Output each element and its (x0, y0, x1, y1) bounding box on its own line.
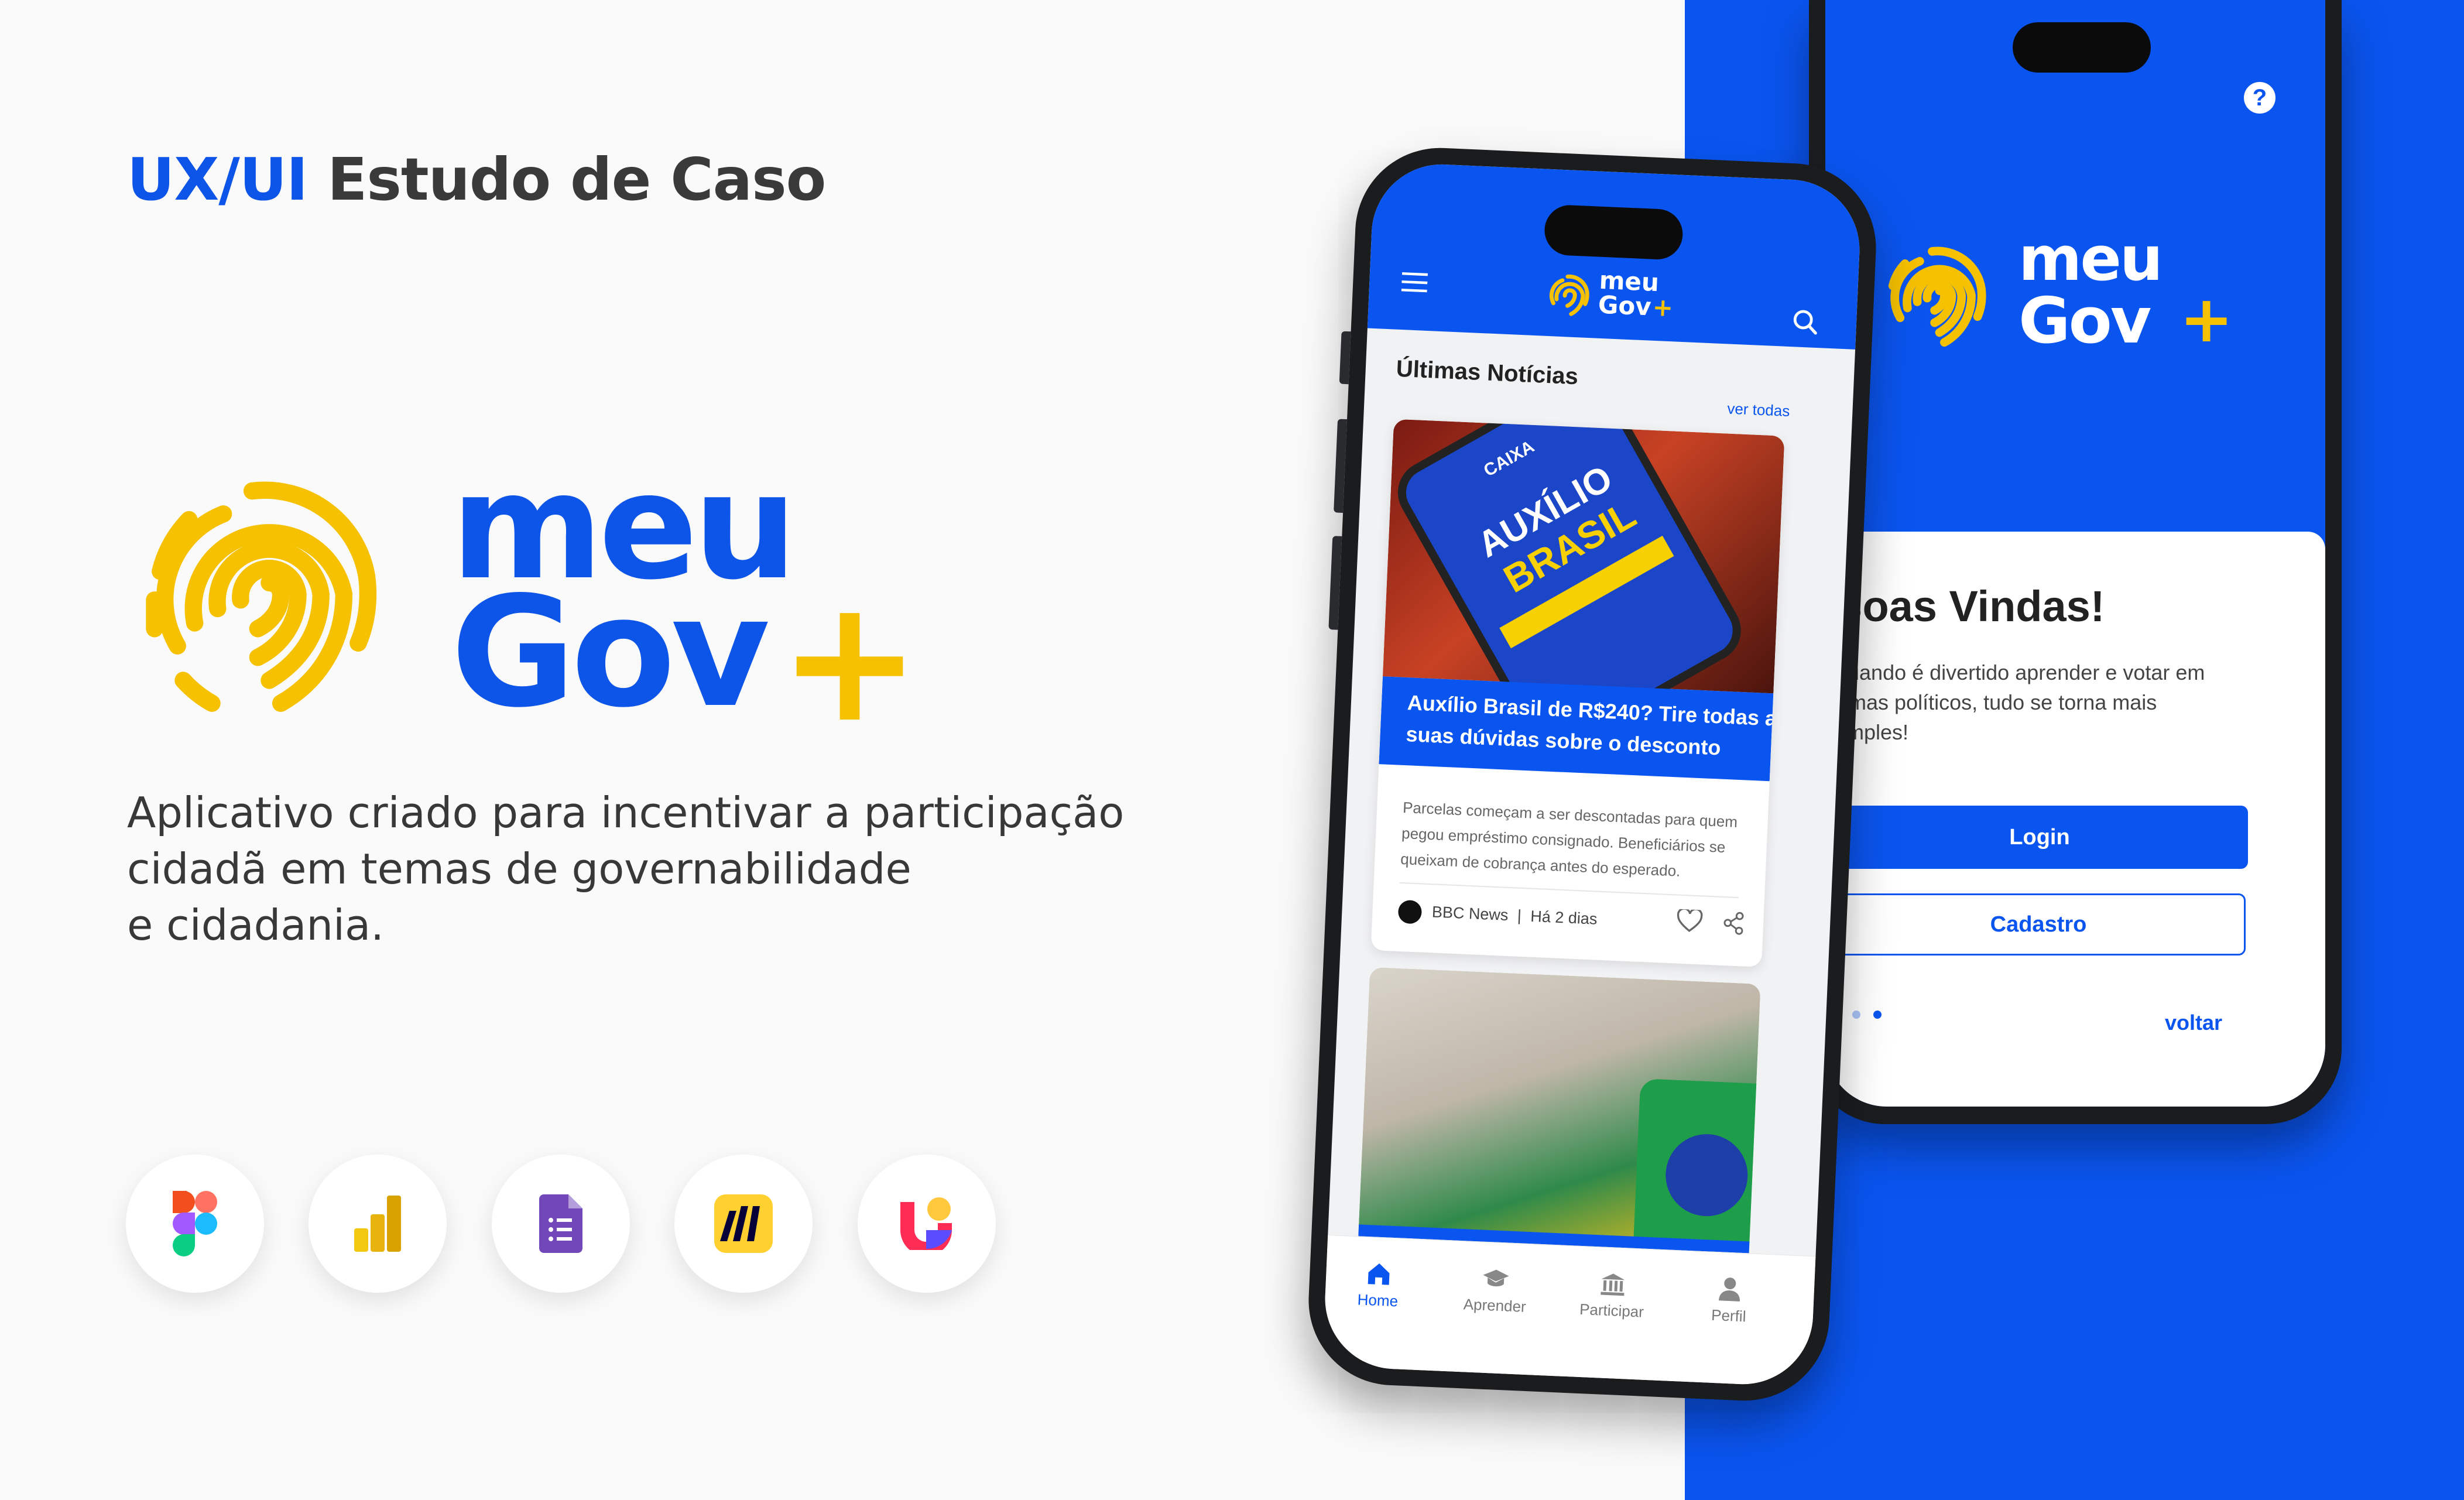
news-headline: Auxílio Brasil de R$240? Tire todas as s… (1379, 676, 1785, 782)
menu-icon[interactable] (1401, 271, 1428, 293)
side-button (1339, 331, 1351, 385)
tab-home[interactable]: Home (1325, 1259, 1432, 1312)
figma-icon (173, 1191, 217, 1256)
news-summary: Parcelas começam a ser descontadas para … (1400, 794, 1754, 887)
image-label-caixa: CAIXA (1480, 437, 1538, 481)
login-button[interactable]: Login (1831, 806, 2248, 869)
welcome-text-line: simples! (1831, 720, 1909, 744)
news-time: Há 2 dias (1530, 907, 1598, 928)
pager-dot[interactable] (1852, 1011, 1860, 1019)
eyebrow-accent: UX/UI (127, 145, 308, 214)
news-screen: meu Gov + Últimas Notícias ver todas CAI… (1322, 161, 1863, 1388)
news-meta: BBC News | Há 2 dias (1397, 899, 1598, 932)
welcome-text-line: temas políticos, tudo se torna mais (1831, 690, 2157, 714)
welcome-card: Boas Vindas! Quando é divertido aprender… (1825, 532, 2325, 1107)
miro-icon (714, 1194, 773, 1253)
description: Aplicativo criado para incentivar a part… (127, 785, 1125, 953)
welcome-text: Quando é divertido aprender e votar em t… (1831, 657, 2253, 747)
description-line: e cidadania. (127, 900, 385, 950)
headline-line: suas dúvidas sobre o desconto (1405, 722, 1722, 760)
app-header: meu Gov + (1367, 161, 1863, 350)
graduation-cap-icon (1483, 1269, 1509, 1287)
meta-separator: | (1517, 906, 1522, 925)
phone-news: meu Gov + Últimas Notícias ver todas CAI… (1305, 144, 1880, 1405)
welcome-logo: meu Gov + (1878, 228, 2241, 363)
news-card[interactable]: CAIXA AUXÍLIO BRASIL Auxílio Brasil de R… (1370, 419, 1785, 967)
side-button (1328, 536, 1342, 630)
dynamic-island (1543, 204, 1684, 261)
tool-figma (126, 1155, 264, 1293)
register-button[interactable]: Cadastro (1831, 893, 2246, 956)
tool-power-bi (309, 1155, 447, 1293)
phone-welcome: ? meu Gov + Boas Vindas! Quando é divert… (1809, 0, 2342, 1124)
dynamic-island (2013, 22, 2151, 73)
home-icon (1368, 1263, 1390, 1285)
fingerprint-logo-icon (1549, 274, 1589, 316)
description-line: Aplicativo criado para incentivar a part… (127, 788, 1125, 837)
back-link[interactable]: voltar (2165, 1011, 2222, 1035)
tab-label: Aprender (1463, 1295, 1527, 1316)
section-title: Últimas Notícias (1395, 355, 1579, 390)
divider (1399, 882, 1739, 899)
institution-icon (1601, 1273, 1625, 1296)
power-bi-icon (354, 1196, 401, 1252)
header-brand-gov: Gov (1597, 290, 1652, 321)
welcome-brand-meu: meu (2019, 223, 2163, 294)
tool-google-forms (492, 1155, 630, 1293)
google-forms-icon (539, 1194, 582, 1253)
heart-icon[interactable] (1676, 909, 1703, 934)
source-logo-icon (1397, 899, 1423, 924)
tool-unicorn (858, 1155, 996, 1293)
tab-profile[interactable]: Perfil (1675, 1274, 1783, 1327)
help-button[interactable]: ? (2244, 82, 2275, 114)
tab-label: Perfil (1711, 1306, 1747, 1326)
news-source: BBC News (1431, 903, 1509, 924)
brand-logo: meu Gov + (123, 451, 921, 746)
user-icon (1719, 1278, 1740, 1302)
header-logo: meu Gov + (1543, 266, 1698, 331)
share-icon[interactable] (1723, 911, 1745, 936)
tool-miro (674, 1155, 813, 1293)
tab-learn[interactable]: Aprender (1442, 1264, 1549, 1317)
search-icon[interactable] (1792, 309, 1819, 335)
welcome-text-line: Quando é divertido aprender e votar em (1831, 660, 2205, 684)
tab-label: Participar (1579, 1300, 1644, 1321)
eyebrow-rest: Estudo de Caso (327, 145, 826, 214)
unicorn-platform-icon (900, 1197, 952, 1250)
welcome-brand-gov: Gov (2019, 285, 2151, 358)
tab-label: Home (1357, 1290, 1399, 1310)
brand-word-gov: Gov (451, 564, 770, 741)
bottom-tab-bar: Home Aprender Participar Perfil (1322, 1235, 1816, 1388)
description-line: cidadã em temas de governabilidade (127, 844, 911, 893)
see-all-link[interactable]: ver todas (1727, 399, 1790, 420)
welcome-title: Boas Vindas! (1831, 582, 2105, 631)
news-image (1358, 967, 1761, 1261)
news-image: CAIXA AUXÍLIO BRASIL (1382, 419, 1785, 749)
fingerprint-logo-icon (146, 481, 377, 712)
welcome-screen: ? meu Gov + Boas Vindas! Quando é divert… (1825, 0, 2325, 1107)
fingerprint-logo-icon (1888, 246, 1986, 347)
case-study-eyebrow: UX/UI Estudo de Caso (127, 145, 826, 214)
brand-plus: + (779, 563, 921, 760)
tab-participate[interactable]: Participar (1558, 1269, 1665, 1322)
header-brand-plus: + (1651, 292, 1674, 323)
side-button (1334, 419, 1348, 513)
welcome-brand-plus: + (2179, 282, 2234, 357)
pager-dot-active[interactable] (1873, 1011, 1882, 1019)
